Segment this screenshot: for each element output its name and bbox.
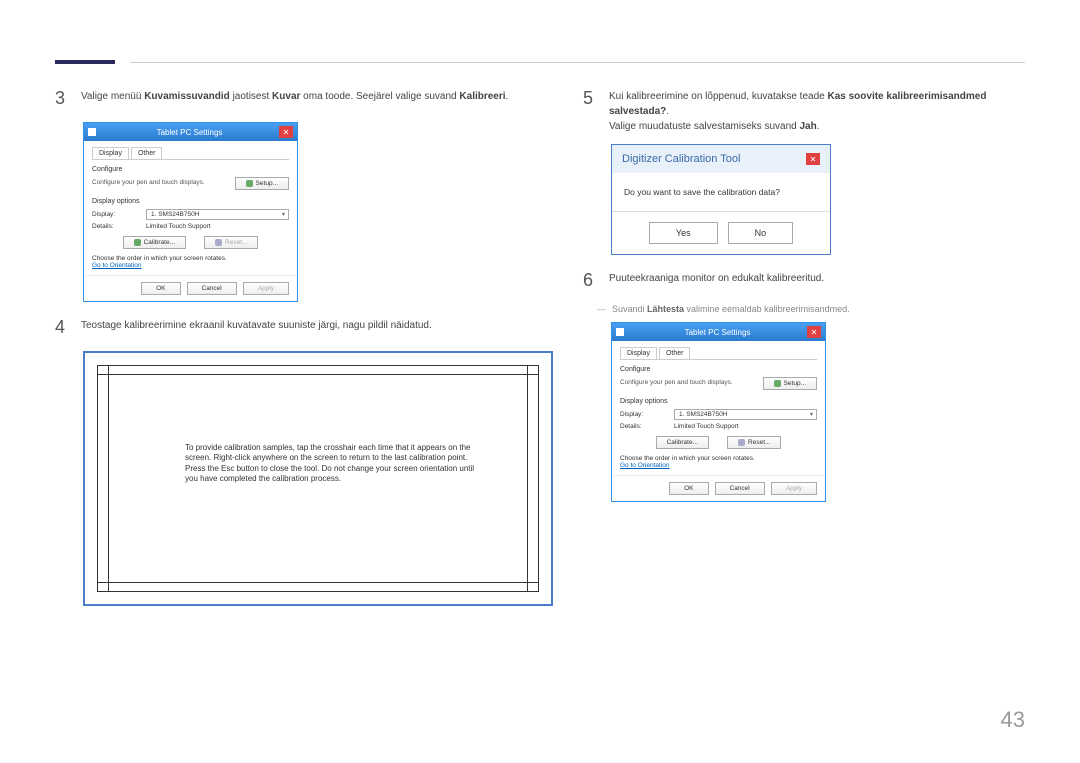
no-button[interactable]: No (728, 222, 794, 244)
tab-other[interactable]: Other (659, 347, 691, 359)
ok-button[interactable]: OK (141, 282, 180, 295)
cancel-button[interactable]: Cancel (715, 482, 765, 495)
confirm-dialog: Digitizer Calibration Tool ✕ Do you want… (611, 144, 831, 255)
close-icon[interactable]: ✕ (279, 126, 293, 138)
step-number: 3 (55, 85, 69, 112)
orientation-link[interactable]: Go to Orientation (92, 262, 289, 269)
refresh-icon (738, 439, 745, 446)
yes-button[interactable]: Yes (649, 222, 718, 244)
window-icon (616, 328, 624, 336)
step-5: 5 Kui kalibreerimine on lõppenud, kuvata… (583, 85, 1025, 134)
display-select[interactable]: 1. SMS24B750H (674, 409, 817, 420)
setup-button[interactable]: Setup... (763, 377, 817, 390)
dialog-title: Digitizer Calibration Tool (622, 153, 740, 165)
apply-button[interactable]: Apply (243, 282, 289, 295)
setup-button[interactable]: Setup... (235, 177, 289, 190)
window-title: Tablet PC Settings (100, 128, 279, 137)
close-icon[interactable]: ✕ (806, 153, 820, 165)
reset-button[interactable]: Reset... (727, 436, 781, 449)
header-rule (55, 60, 115, 64)
window-icon (88, 128, 96, 136)
tab-display[interactable]: Display (620, 347, 657, 359)
step-3: 3 Valige menüü Kuvamissuvandid jaotisest… (55, 85, 553, 112)
step-6: 6 Puuteekraaniga monitor on edukalt kali… (583, 267, 1025, 294)
target-icon (134, 239, 141, 246)
apply-button[interactable]: Apply (771, 482, 817, 495)
orientation-link[interactable]: Go to Orientation (620, 462, 817, 469)
tablet-settings-dialog-2: Tablet PC Settings ✕ Display Other Confi… (611, 322, 826, 502)
cancel-button[interactable]: Cancel (187, 282, 237, 295)
page-number: 43 (1001, 707, 1025, 733)
gear-icon (246, 180, 253, 187)
header-line (130, 62, 1025, 63)
refresh-icon (215, 239, 222, 246)
step-4: 4 Teostage kalibreerimine ekraanil kuvat… (55, 314, 553, 341)
calibration-instructions: To provide calibration samples, tap the … (185, 443, 475, 485)
display-select[interactable]: 1. SMS24B750H (146, 209, 289, 220)
tablet-settings-dialog: Tablet PC Settings ✕ Display Other Confi… (83, 122, 298, 302)
configure-label: Configure (92, 166, 289, 173)
reset-button[interactable]: Reset... (204, 236, 258, 249)
tab-other[interactable]: Other (131, 147, 163, 159)
close-icon[interactable]: ✕ (807, 326, 821, 338)
tab-display[interactable]: Display (92, 147, 129, 159)
calibrate-button[interactable]: Calibrate... (656, 436, 709, 449)
gear-icon (774, 380, 781, 387)
confirm-message: Do you want to save the calibration data… (624, 187, 818, 197)
calibration-screen: To provide calibration samples, tap the … (83, 351, 553, 606)
reset-note: ― Suvandi Lähtesta valimine eemaldab kal… (597, 304, 1025, 314)
calibrate-button[interactable]: Calibrate... (123, 236, 186, 249)
ok-button[interactable]: OK (669, 482, 708, 495)
